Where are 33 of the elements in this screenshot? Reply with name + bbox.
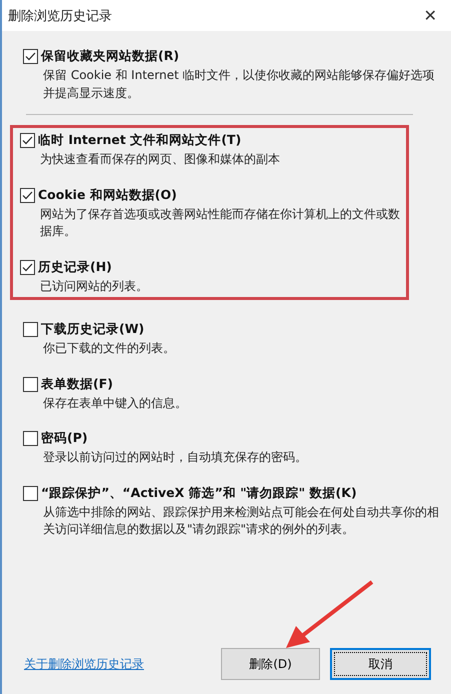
option-description: 登录以前访问过的网站时，自动填充保存的密码。 xyxy=(42,449,308,466)
option-label[interactable]: 表单数据(F) xyxy=(41,376,113,392)
checkmark-icon xyxy=(25,52,36,61)
option-label[interactable]: 下载历史记录(W) xyxy=(41,321,144,338)
checkbox[interactable] xyxy=(20,188,35,202)
cancel-button[interactable]: 取消 xyxy=(330,648,431,680)
checkbox[interactable] xyxy=(23,49,38,64)
help-link[interactable]: 关于删除浏览历史记录 xyxy=(24,656,144,672)
option-description: 从筛选中排除的网站、跟踪保护用来检测站点可能会在何处自动共享你的相关访问详细信息的数据以及"请勿跟踪"请求的例外的列表。 xyxy=(42,504,440,538)
checkbox[interactable] xyxy=(23,376,38,392)
option-description: 你已下载的文件的列表。 xyxy=(42,340,176,357)
checkbox[interactable] xyxy=(20,260,35,274)
checkbox[interactable] xyxy=(23,431,38,446)
option-label[interactable]: 密码(P) xyxy=(41,430,88,447)
option-label[interactable]: Cookie 和网站数据(O) xyxy=(38,186,177,204)
option-label[interactable]: “跟踪保护”、“ActiveX 筛选”和 "请勿跟踪" 数据(K) xyxy=(41,484,357,502)
checkmark-icon xyxy=(22,190,33,200)
checkbox[interactable] xyxy=(20,133,35,148)
option-description: 网站为了保存首选项或改善网站性能而存储在你计算机上的文件或数据库。 xyxy=(39,206,401,240)
window-title: 删除浏览历史记录 xyxy=(8,8,112,24)
option-label[interactable]: 保留收藏夹网站数据(R) xyxy=(41,48,180,65)
checkmark-icon xyxy=(22,136,33,145)
option-description: 已访问网站的列表。 xyxy=(39,278,149,294)
checkbox[interactable] xyxy=(23,322,38,337)
delete-button[interactable]: 删除(D) xyxy=(221,648,320,680)
close-button[interactable]: ✕ xyxy=(420,6,441,25)
option-description: 为快速查看而保存的网页、图像和媒体的副本 xyxy=(39,151,281,168)
option-label[interactable]: 临时 Internet 文件和网站文件(T) xyxy=(38,132,242,149)
option-label[interactable]: 历史记录(H) xyxy=(38,258,112,276)
option-description: 保留 Cookie 和 Internet 临时文件，以使你收藏的网站能够保存偏好选项并提高显示速度。 xyxy=(42,67,436,102)
checkmark-icon xyxy=(22,262,33,272)
option-description: 保存在表单中键入的信息。 xyxy=(42,394,188,412)
checkbox[interactable] xyxy=(23,486,38,500)
